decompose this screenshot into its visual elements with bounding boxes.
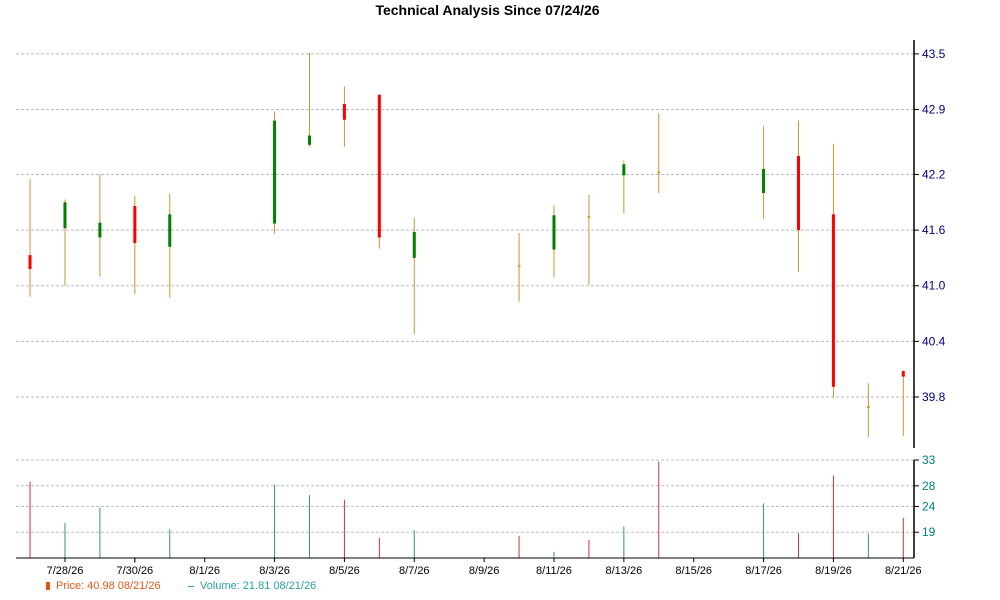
candle-body — [307, 135, 311, 145]
price-tick-label: 41.0 — [922, 279, 946, 293]
x-tick-label: 8/19/26 — [815, 565, 852, 577]
x-tick-label: 7/28/26 — [47, 565, 84, 577]
candle-body — [377, 94, 381, 238]
candle-body — [98, 222, 102, 238]
candle-body — [901, 371, 905, 377]
candle-body — [866, 406, 870, 408]
x-tick-label: 8/21/26 — [885, 565, 922, 577]
candle — [552, 205, 556, 278]
price-tick-label: 43.5 — [922, 47, 946, 61]
candle-body — [587, 216, 591, 218]
candle — [831, 143, 835, 398]
candle-body — [831, 214, 835, 387]
candle — [377, 94, 381, 249]
legend-price-label: Price: 40.98 08/21/26 — [56, 580, 161, 592]
x-tick-label: 8/1/26 — [189, 565, 220, 577]
candle-body — [797, 155, 800, 231]
volume-tick-label: 24 — [922, 499, 936, 513]
candle — [98, 174, 102, 277]
candle-body — [168, 214, 172, 247]
candle-body — [133, 205, 137, 244]
volume-grid — [16, 459, 914, 533]
legend-price: Price: 40.98 08/21/26 — [46, 580, 161, 592]
candle — [797, 120, 800, 272]
volume-axis: 33 28 24 19 — [914, 453, 936, 539]
x-tick-label: 8/5/26 — [329, 565, 360, 577]
candle — [587, 194, 591, 285]
candle — [622, 160, 626, 214]
volume-tick-label: 33 — [922, 453, 936, 467]
volume-swatch — [188, 585, 194, 587]
candle — [63, 199, 67, 286]
legend-volume: Volume: 21.81 08/21/26 — [188, 580, 316, 592]
price-swatch — [46, 582, 50, 591]
candle-body — [517, 265, 521, 267]
x-tick-label: 8/7/26 — [399, 565, 430, 577]
candle — [901, 371, 905, 436]
x-tick-label: 8/15/26 — [675, 565, 712, 577]
price-axis: 43.5 42.9 42.2 41.6 41.0 40.4 39.8 — [914, 47, 946, 404]
candle-body — [273, 120, 277, 224]
x-tick-label: 8/13/26 — [605, 565, 642, 577]
volume-tick-label: 19 — [922, 525, 936, 539]
candle — [273, 111, 277, 234]
candle-body — [657, 171, 661, 174]
price-tick-label: 42.9 — [922, 103, 946, 117]
candle — [168, 193, 172, 298]
x-tick-label: 7/30/26 — [116, 565, 153, 577]
candle-body — [622, 164, 626, 176]
price-grid — [16, 53, 914, 398]
price-tick-label: 41.6 — [922, 223, 946, 237]
candlestick-chart: 43.5 42.9 42.2 41.6 41.0 40.4 39.8 33 28 24 19 7/… — [16, 40, 946, 577]
price-tick-label: 39.8 — [922, 390, 946, 404]
price-tick-label: 42.2 — [922, 167, 946, 181]
candle-body — [412, 231, 416, 258]
x-tick-label: 8/11/26 — [536, 565, 572, 577]
candle — [133, 195, 137, 295]
x-axis: 7/28/26 7/30/26 8/1/26 8/3/26 8/5/26 8/7/26 8/… — [47, 558, 922, 577]
volume-bars — [29, 461, 904, 564]
candle — [866, 383, 870, 437]
candle-body — [552, 215, 556, 250]
candle — [412, 218, 416, 334]
candle — [28, 179, 32, 297]
candle — [762, 126, 766, 219]
candle — [657, 113, 661, 193]
candle-body — [28, 255, 32, 270]
candle-body — [762, 168, 766, 193]
candles — [28, 52, 905, 437]
volume-tick-label: 28 — [922, 479, 936, 493]
candle — [307, 52, 311, 147]
x-tick-label: 8/9/26 — [469, 565, 500, 577]
candle — [517, 232, 521, 302]
x-tick-label: 8/17/26 — [745, 565, 782, 577]
legend-volume-label: Volume: 21.81 08/21/26 — [200, 580, 317, 592]
axes — [16, 40, 915, 559]
candle — [342, 86, 346, 147]
candle-body — [63, 202, 67, 229]
price-tick-label: 40.4 — [922, 334, 946, 348]
x-tick-label: 8/3/26 — [259, 565, 290, 577]
candle-body — [342, 103, 346, 120]
